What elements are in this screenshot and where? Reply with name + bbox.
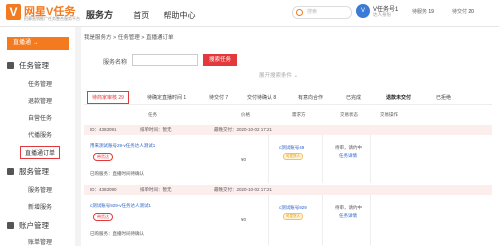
order-price: ¥0 <box>241 157 247 162</box>
col-status: 交易状态 <box>340 112 358 117</box>
status-tabs: 待商家审核 29 待确定直播时间 1 待交付 7 交付待确认 8 有意向合作 已… <box>84 91 492 105</box>
sidebar-group-label: 服务管理 <box>19 167 49 176</box>
tab-pending-review[interactable]: 待商家审核 29 <box>87 91 129 104</box>
stat-value: 20 <box>468 9 474 15</box>
order-tag: 带货达 <box>93 213 113 221</box>
buyer-badge: 可发货人 <box>283 153 303 160</box>
stat-pending-service[interactable]: 待服务 19 <box>412 8 434 15</box>
checkbox-icon <box>7 222 14 229</box>
top-nav: 服务方 首页 帮助中心 <box>86 8 195 21</box>
sidebar-item-bills[interactable]: 账单管理 <box>28 237 52 246</box>
sidebar-group-label: 账户管理 <box>19 221 49 230</box>
search-input[interactable]: 搜索 <box>292 6 352 19</box>
expand-filter-toggle[interactable]: 展开搜索条件 ⌄ <box>259 71 298 79</box>
order-header: ID：4383090 排单时间：暂无 最晚交付：2020-10-02 17:21 <box>84 185 492 195</box>
order-note: 已购服务：直播时间待确认 <box>90 171 144 176</box>
order-buyer-link[interactable]: c测试账号929 <box>279 205 307 211</box>
brand-tagline: 招募营销推广任务整合服务平台 <box>24 16 80 21</box>
order-price: ¥0 <box>241 217 247 222</box>
avatar[interactable]: V <box>356 4 370 18</box>
tab-refund-undelivered[interactable]: 退款未交付 <box>386 92 411 104</box>
order-id: ID：4383090 <box>90 187 117 192</box>
tab-completed[interactable]: 已完成 <box>346 92 361 104</box>
user-role: 达人身份 <box>373 12 391 17</box>
order-schedule: 排单时间：暂无 <box>140 127 172 132</box>
stat-value: 19 <box>428 9 434 15</box>
sidebar-item-self-task[interactable]: 自营任务 <box>28 113 52 122</box>
order-status: 待审，请约中 <box>335 205 362 210</box>
sidebar-item-proxy-live[interactable]: 代播服务 <box>28 130 52 139</box>
order-title-link[interactable]: c测试账号929-v任务达人测试1 <box>90 203 151 209</box>
column-divider <box>322 195 323 245</box>
search-task-button[interactable]: 搜索任务 <box>203 54 237 66</box>
nav-service[interactable]: 服务方 <box>86 8 113 21</box>
order-title-link[interactable]: 用来测试账号29-v任务达人测试1 <box>90 143 155 149</box>
tab-intent[interactable]: 有意向合作 <box>298 92 323 104</box>
service-name-input[interactable] <box>132 54 198 66</box>
table-header: 任务 价格 需求方 交易状态 交易操作 <box>84 111 492 120</box>
sidebar-group-service[interactable]: 服务管理 <box>7 166 49 177</box>
checkbox-icon <box>7 62 14 69</box>
order-detail-link[interactable]: 任务详情 <box>339 153 357 159</box>
order-tag: 带货达 <box>93 153 113 161</box>
column-divider <box>268 135 269 183</box>
breadcrumb: 我是服务方 > 任务管理 > 直播通订单 <box>84 35 174 41</box>
order-deadline: 最晚交付：2020-10-02 17:21 <box>214 187 273 192</box>
sidebar-group-label: 任务管理 <box>19 61 49 70</box>
nav-help[interactable]: 帮助中心 <box>163 10 195 21</box>
brand-mark: V <box>6 4 21 20</box>
service-name-label: 服务名称 <box>103 60 128 66</box>
stat-label: 待交付 <box>452 9 468 15</box>
column-divider <box>370 195 371 245</box>
column-divider <box>268 195 269 245</box>
main-content: 我是服务方 > 任务管理 > 直播通订单 服务名称 搜索任务 展开搜索条件 ⌄ … <box>81 27 499 246</box>
col-action: 交易操作 <box>380 112 398 117</box>
stat-pending-delivery[interactable]: 待交付 20 <box>452 8 474 15</box>
order-header: ID：4383091 排单时间：暂无 最晚交付：2020-10-02 17:21 <box>84 125 492 135</box>
sidebar-item-new-service[interactable]: 新增服务 <box>28 202 52 211</box>
sidebar-item-live-orders[interactable]: 直播通订单 <box>20 146 61 159</box>
order-deadline: 最晚交付：2020-10-02 17:21 <box>214 127 273 132</box>
checkbox-icon <box>7 168 14 175</box>
order-buyer-link[interactable]: c测试账号49 <box>279 145 304 151</box>
buyer-badge: 可发货人 <box>283 213 303 220</box>
col-task: 任务 <box>148 112 157 117</box>
sidebar-group-account[interactable]: 账户管理 <box>7 220 49 231</box>
brand-logo[interactable]: V 网星V任务 招募营销推广任务整合服务平台 <box>6 3 80 23</box>
sidebar-item-refund[interactable]: 退款管理 <box>28 96 52 105</box>
sidebar: 直播通 → 任务管理 任务管理 退款管理 自营任务 代播服务 直播通订单 服务管… <box>0 27 75 246</box>
order-note: 已购服务：直播时间待确认 <box>90 231 144 236</box>
sidebar-title-button[interactable]: 直播通 → <box>7 37 69 50</box>
order-row: ID：4383090 排单时间：暂无 最晚交付：2020-10-02 17:21… <box>84 185 492 245</box>
order-detail-link[interactable]: 任务详情 <box>339 213 357 219</box>
order-id: ID：4383091 <box>90 127 117 132</box>
tab-pending-time[interactable]: 待确定直播时间 1 <box>147 92 186 104</box>
column-divider <box>370 135 371 183</box>
sidebar-group-task[interactable]: 任务管理 <box>7 60 49 71</box>
order-status: 待审，请约中 <box>335 145 362 150</box>
col-buyer: 需求方 <box>292 112 306 117</box>
tab-delivery-confirm[interactable]: 交付待确认 8 <box>247 92 276 104</box>
nav-home[interactable]: 首页 <box>133 10 149 21</box>
sidebar-item-service-manage[interactable]: 服务管理 <box>28 185 52 194</box>
column-divider <box>322 135 323 183</box>
sidebar-item-task-manage[interactable]: 任务管理 <box>28 79 52 88</box>
order-schedule: 排单时间：暂无 <box>140 187 172 192</box>
top-bar: V 网星V任务 招募营销推广任务整合服务平台 服务方 首页 帮助中心 搜索 V … <box>0 0 499 27</box>
col-price: 价格 <box>241 112 250 117</box>
tab-rejected[interactable]: 已拒绝 <box>436 92 451 104</box>
stat-label: 待服务 <box>412 9 428 15</box>
order-row: ID：4383091 排单时间：暂无 最晚交付：2020-10-02 17:21… <box>84 125 492 183</box>
tab-pending-delivery[interactable]: 待交付 7 <box>209 92 228 104</box>
